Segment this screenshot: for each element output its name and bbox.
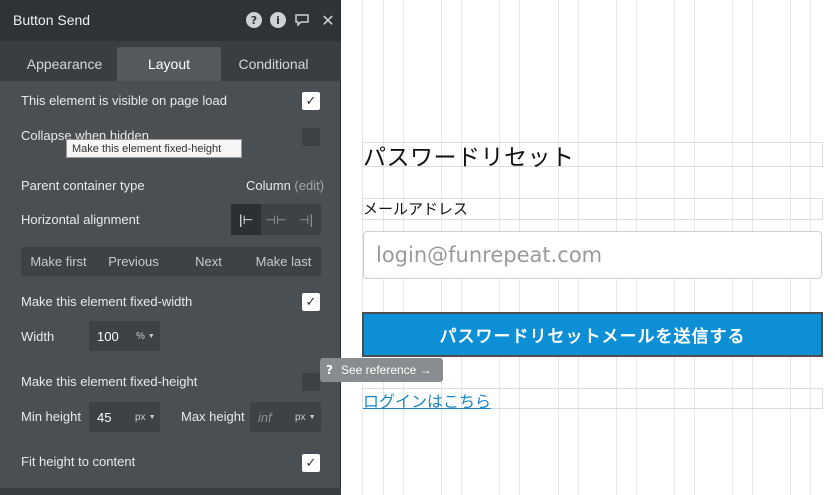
max-height-label: Max height (181, 409, 245, 424)
panel-tabs: Appearance Layout Conditional (0, 41, 341, 81)
next-button[interactable]: Next (171, 247, 246, 276)
parent-container-label: Parent container type (21, 178, 145, 193)
comment-icon[interactable] (294, 12, 310, 28)
fit-height-label: Fit height to content (21, 454, 136, 469)
horizontal-alignment-group: |⊢ ⊣⊢ ⊣| (231, 204, 321, 235)
width-unit: % (136, 330, 145, 342)
width-label: Width (21, 329, 55, 344)
info-icon[interactable]: i (270, 12, 286, 28)
max-height-placeholder: inf (258, 409, 272, 425)
tab-appearance[interactable]: Appearance (12, 47, 117, 81)
see-reference-label: See reference → (340, 363, 432, 377)
panel-title: Button Send (13, 12, 91, 28)
max-height-unit: px (295, 411, 306, 423)
min-height-label: Min height (21, 409, 81, 424)
min-height-unit-select[interactable]: px ▼ (135, 402, 161, 432)
min-height-value: 45 (97, 409, 112, 425)
send-button[interactable]: パスワードリセットメールを送信する (362, 312, 823, 357)
fit-height-checkbox[interactable]: ✓ (302, 454, 320, 472)
tab-layout[interactable]: Layout (117, 47, 221, 81)
chevron-down-icon: ▼ (147, 332, 155, 340)
chevron-down-icon: ▼ (308, 413, 316, 421)
chevron-down-icon: ▼ (148, 413, 156, 421)
element-order-bar: Make first Previous Next Make last (21, 247, 321, 276)
visible-on-load-label: This element is visible on page load (21, 93, 227, 108)
panel-header: Button Send ? i ✕ (0, 0, 341, 41)
email-placeholder: login@funrepeat.com (376, 243, 603, 267)
make-last-button[interactable]: Make last (246, 247, 321, 276)
fixed-height-label: Make this element fixed-height (21, 374, 198, 389)
horizontal-alignment-label: Horizontal alignment (21, 212, 140, 227)
email-label[interactable]: メールアドレス (363, 198, 468, 219)
align-right-icon[interactable]: ⊣| (291, 204, 321, 235)
property-editor-panel: Button Send ? i ✕ Appearance Layout Cond… (0, 0, 341, 495)
page-title[interactable]: パスワードリセット (363, 138, 575, 172)
question-icon: ? (326, 363, 333, 377)
tab-conditional[interactable]: Conditional (221, 47, 326, 81)
panel-footer (0, 488, 341, 495)
fixed-width-checkbox[interactable]: ✓ (302, 293, 320, 311)
align-center-icon[interactable]: ⊣⊢ (261, 204, 291, 235)
max-height-unit-select[interactable]: px ▼ (295, 402, 321, 432)
align-left-icon[interactable]: |⊢ (231, 204, 261, 235)
parent-container-type: Column (246, 178, 291, 193)
question-icon[interactable]: ? (246, 12, 262, 28)
login-link[interactable]: ログインはこちら (363, 388, 491, 412)
width-value: 100 (97, 328, 119, 344)
collapse-when-hidden-checkbox[interactable] (302, 128, 320, 146)
visible-on-load-checkbox[interactable]: ✓ (302, 92, 320, 110)
tooltip: Make this element fixed-height (66, 139, 242, 158)
edit-link[interactable]: (edit) (294, 178, 324, 193)
make-first-button[interactable]: Make first (21, 247, 96, 276)
email-input[interactable]: login@funrepeat.com (363, 231, 822, 279)
fixed-width-label: Make this element fixed-width (21, 294, 193, 309)
fixed-height-checkbox[interactable] (302, 373, 320, 391)
min-height-unit: px (135, 411, 146, 423)
see-reference-button[interactable]: ? See reference → (320, 358, 443, 382)
width-unit-select[interactable]: % ▼ (136, 321, 162, 351)
previous-button[interactable]: Previous (96, 247, 171, 276)
close-icon[interactable]: ✕ (320, 11, 336, 30)
parent-container-value: Column (edit) (246, 178, 324, 193)
